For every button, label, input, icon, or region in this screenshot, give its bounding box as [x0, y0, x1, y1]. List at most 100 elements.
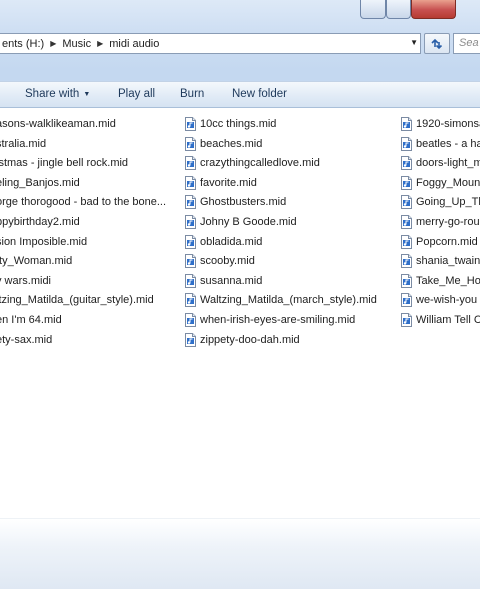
file-item[interactable]: 1920-simonsa	[401, 115, 480, 133]
midi-file-icon	[401, 136, 412, 151]
breadcrumb-music[interactable]: Music	[60, 38, 93, 50]
midi-file-icon	[185, 293, 196, 308]
file-name: eling_Banjos.mid	[0, 176, 80, 189]
file-item[interactable]: doors-light_m	[401, 154, 480, 172]
file-item[interactable]: zippety-doo-dah.mid	[185, 331, 395, 349]
file-item[interactable]: en I'm 64.mid	[0, 311, 181, 329]
file-name: susanna.mid	[200, 274, 263, 287]
file-name: zippety-doo-dah.mid	[200, 333, 300, 346]
file-name: scooby.mid	[200, 255, 255, 268]
file-name: y wars.midi	[0, 274, 52, 287]
file-item[interactable]: ety-sax.mid	[0, 331, 181, 349]
midi-file-icon	[185, 117, 196, 131]
address-bar[interactable]: ents (H:) ▶ Music ▶ midi audio ▼	[0, 33, 421, 54]
midi-file-icon	[185, 195, 196, 210]
file-name: orge thorogood - bad to the bone...	[0, 196, 167, 209]
play-all-button[interactable]: Play all	[118, 88, 155, 100]
midi-file-icon	[185, 313, 196, 327]
file-item[interactable]: orge thorogood - bad to the bone...	[0, 193, 181, 211]
refresh-icon	[431, 38, 443, 49]
file-item[interactable]: stralia.mid	[0, 135, 181, 153]
breadcrumb-midi-audio[interactable]: midi audio	[107, 38, 161, 50]
file-item[interactable]: favorite.mid	[185, 174, 395, 192]
file-item[interactable]: shania_twain	[401, 252, 480, 270]
midi-file-icon	[185, 332, 196, 347]
minimize-button[interactable]	[360, 0, 386, 19]
file-name: asons-walklikeaman.mid	[0, 118, 116, 130]
file-item[interactable]: Take_Me_Ho	[401, 272, 480, 290]
file-name: tty_Woman.mid	[0, 255, 73, 268]
file-item[interactable]: when-irish-eyes-are-smiling.mid	[185, 311, 395, 329]
file-name: 1920-simonsa	[416, 118, 480, 130]
file-name: Ghostbusters.mid	[200, 196, 287, 209]
file-item[interactable]: asons-walklikeaman.mid	[0, 115, 181, 133]
file-name: Popcorn.mid	[416, 235, 478, 248]
file-item[interactable]: scooby.mid	[185, 252, 395, 270]
file-item[interactable]: Johny B Goode.mid	[185, 213, 395, 231]
file-name: William Tell C	[416, 314, 480, 326]
midi-file-icon	[185, 215, 196, 229]
file-name: beaches.mid	[200, 137, 263, 150]
file-item[interactable]: beatles - a ha	[401, 135, 480, 153]
file-item[interactable]: tty_Woman.mid	[0, 252, 181, 270]
midi-file-icon	[401, 293, 412, 308]
file-item[interactable]: obladida.mid	[185, 233, 395, 251]
midi-file-icon	[401, 254, 412, 269]
file-item[interactable]: crazythingcalledlove.mid	[185, 154, 395, 172]
file-name: stralia.mid	[0, 137, 47, 150]
midi-file-icon	[185, 234, 196, 249]
midi-file-icon	[185, 273, 196, 288]
file-item[interactable]: ppybirthday2.mid	[0, 213, 181, 231]
file-name: sion Imposible.mid	[0, 235, 88, 248]
share-with-button[interactable]: Share with ▼	[25, 88, 90, 100]
file-item[interactable]: Popcorn.mid	[401, 233, 480, 251]
file-name: crazythingcalledlove.mid	[200, 157, 320, 170]
breadcrumb-drive[interactable]: ents (H:)	[0, 38, 46, 50]
chevron-right-icon[interactable]: ▶	[46, 39, 60, 48]
file-item[interactable]: we-wish-you	[401, 291, 480, 309]
file-name: istmas - jingle bell rock.mid	[0, 157, 129, 170]
share-with-label: Share with	[25, 88, 80, 100]
file-item[interactable]: Waltzing_Matilda_(march_style).mid	[185, 291, 395, 309]
file-name: favorite.mid	[200, 176, 257, 189]
midi-file-icon	[401, 195, 412, 210]
search-input[interactable]: Sea	[453, 33, 480, 54]
file-name: beatles - a ha	[416, 137, 480, 150]
maximize-button[interactable]	[386, 0, 411, 19]
file-item[interactable]: istmas - jingle bell rock.mid	[0, 154, 181, 172]
file-name: merry-go-rou	[416, 216, 480, 228]
file-item[interactable]: susanna.mid	[185, 272, 395, 290]
file-item[interactable]: 10cc things.mid	[185, 115, 395, 133]
file-name: Going_Up_Th	[416, 196, 480, 209]
midi-file-icon	[401, 215, 412, 229]
close-button[interactable]	[411, 0, 456, 19]
midi-file-icon	[401, 234, 412, 249]
file-item[interactable]: sion Imposible.mid	[0, 233, 181, 251]
midi-file-icon	[401, 273, 412, 288]
midi-file-icon	[401, 156, 412, 171]
file-item[interactable]: beaches.mid	[185, 135, 395, 153]
file-name: obladida.mid	[200, 235, 263, 248]
pane-footer-gradient	[0, 518, 480, 589]
file-item[interactable]: ltzing_Matilda_(guitar_style).mid	[0, 291, 181, 309]
file-item[interactable]: Foggy_Moun	[401, 174, 480, 192]
midi-file-icon	[185, 254, 196, 269]
file-name: when-irish-eyes-are-smiling.mid	[200, 314, 356, 326]
chevron-right-icon[interactable]: ▶	[93, 39, 107, 48]
file-item[interactable]: Going_Up_Th	[401, 193, 480, 211]
midi-file-icon	[185, 156, 196, 171]
file-item[interactable]: William Tell C	[401, 311, 480, 329]
file-item[interactable]: Ghostbusters.mid	[185, 193, 395, 211]
chevron-down-icon: ▼	[83, 91, 91, 98]
burn-button[interactable]: Burn	[180, 88, 204, 100]
file-name: ety-sax.mid	[0, 333, 53, 346]
file-item[interactable]: y wars.midi	[0, 272, 181, 290]
file-item[interactable]: eling_Banjos.mid	[0, 174, 181, 192]
chevron-down-icon[interactable]: ▼	[410, 38, 418, 47]
refresh-button[interactable]	[424, 33, 450, 54]
file-name: Waltzing_Matilda_(march_style).mid	[200, 294, 377, 307]
file-item[interactable]: merry-go-rou	[401, 213, 480, 231]
file-name: Foggy_Moun	[416, 176, 480, 189]
new-folder-button[interactable]: New folder	[232, 88, 287, 100]
midi-file-icon	[185, 175, 196, 190]
